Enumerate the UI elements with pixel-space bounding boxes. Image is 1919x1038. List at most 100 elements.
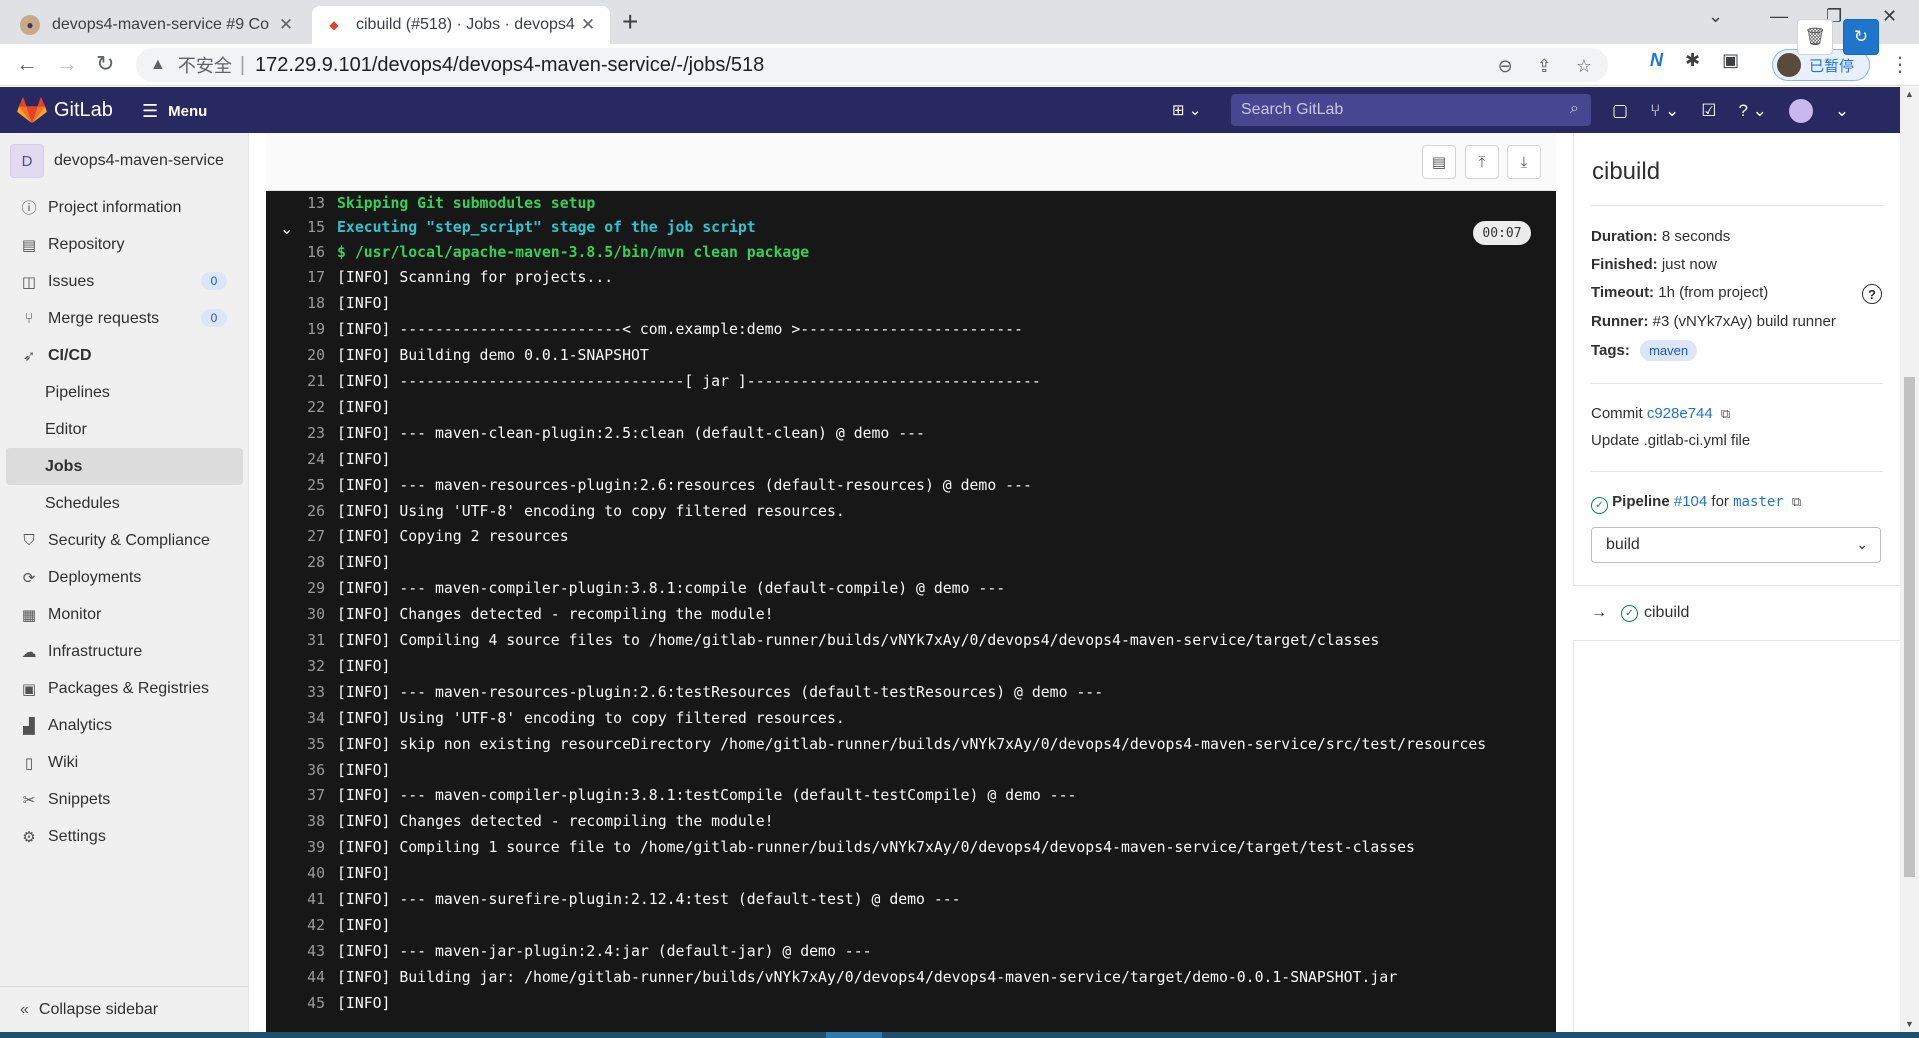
sidebar-item-jobs[interactable]: Jobs — [6, 448, 243, 485]
sidebar-item-packages-registries[interactable]: ▣ Packages & Registries — [6, 670, 243, 707]
log-line-number[interactable]: 18 — [266, 295, 333, 312]
gitlab-logo-icon[interactable] — [17, 96, 47, 124]
sidebar-item-repository[interactable]: ▤ Repository — [6, 226, 243, 263]
sidebar-item-project-information[interactable]: ⓘ Project information — [6, 189, 243, 226]
log-line-number[interactable]: 31 — [266, 632, 333, 649]
log-line-number[interactable]: 30 — [266, 606, 333, 623]
help-icon[interactable]: ? ⌄ — [1738, 101, 1766, 121]
log-line-number[interactable]: 35 — [266, 736, 333, 753]
gitlab-brand[interactable]: GitLab — [54, 99, 113, 122]
retry-button[interactable]: ↻ — [1843, 19, 1879, 55]
scrollbar-thumb[interactable] — [1904, 377, 1915, 877]
collapse-sidebar-button[interactable]: « Collapse sidebar — [0, 986, 249, 1032]
log-line-number[interactable]: 44 — [266, 969, 333, 986]
timeout-help-icon[interactable]: ? — [1862, 284, 1882, 304]
new-tab-icon[interactable]: + — [622, 8, 638, 36]
extension-n-icon[interactable]: N — [1650, 50, 1663, 71]
log-line-number[interactable]: 20 — [266, 347, 333, 364]
reload-icon[interactable]: ↻ — [96, 52, 114, 76]
log-line-number[interactable]: 29 — [266, 580, 333, 597]
log-line-number[interactable]: 17 — [266, 269, 333, 286]
log-line-number[interactable]: 33 — [266, 684, 333, 701]
log-line-number[interactable]: 38 — [266, 813, 333, 830]
issues-nav-icon[interactable]: ▢ — [1612, 101, 1628, 121]
pipeline-id-link[interactable]: #104 — [1674, 493, 1707, 510]
commit-sha-link[interactable]: c928e744 — [1647, 405, 1713, 422]
log-line-number[interactable]: 37 — [266, 787, 333, 804]
log-line-number[interactable]: 27 — [266, 528, 333, 545]
scroll-up-icon[interactable]: ▲ — [1905, 89, 1914, 99]
log-line-number[interactable]: 28 — [266, 554, 333, 571]
log-line-number[interactable]: 45 — [266, 995, 333, 1012]
sidebar-item-settings[interactable]: ⚙ Settings — [6, 818, 243, 855]
log-line-number[interactable]: 24 — [266, 451, 333, 468]
sidebar-item-deployments[interactable]: ⟳ Deployments — [6, 559, 243, 596]
log-line-number[interactable]: 22 — [266, 399, 333, 416]
log-line-number[interactable]: 25 — [266, 477, 333, 494]
log-line-number[interactable]: 40 — [266, 865, 333, 882]
tab-search-icon[interactable]: ⌄ — [1708, 6, 1723, 27]
close-tab-icon[interactable]: ✕ — [276, 15, 296, 35]
sidebar-item-schedules[interactable]: Schedules — [6, 485, 243, 522]
forward-icon[interactable]: → — [56, 52, 78, 76]
side-panel-icon[interactable]: ▣ — [1722, 50, 1739, 71]
sidebar-item-infrastructure[interactable]: ☁ Infrastructure — [6, 633, 243, 670]
close-tab-icon[interactable]: ✕ — [578, 15, 598, 35]
pipeline-ref-link[interactable]: master — [1733, 494, 1784, 510]
stage-dropdown[interactable]: build ⌄ — [1591, 527, 1881, 563]
log-line-number[interactable]: 34 — [266, 710, 333, 727]
log-line-number[interactable]: 39 — [266, 839, 333, 856]
sidebar-item-issues[interactable]: ◫ Issues 0 — [6, 263, 243, 300]
minimize-icon[interactable]: — — [1770, 6, 1788, 27]
menu-button[interactable]: ☰ Menu — [142, 101, 207, 122]
scroll-down-icon[interactable]: ▼ — [1905, 1019, 1914, 1029]
sidebar-item-pipelines[interactable]: Pipelines — [6, 374, 243, 411]
log-line-number[interactable]: 43 — [266, 943, 333, 960]
chevron-down-icon[interactable]: ⌄ — [1835, 101, 1849, 121]
browser-tab-job[interactable]: ◆ cibuild (#518) · Jobs · devops4 ✕ — [312, 6, 610, 44]
sidebar-item-editor[interactable]: Editor — [6, 411, 243, 448]
scroll-to-top-icon[interactable]: ⤒ — [1465, 145, 1499, 179]
job-list-item[interactable]: → ✓ cibuild — [1573, 585, 1900, 641]
log-line-number[interactable]: 16 — [266, 244, 333, 261]
extensions-puzzle-icon[interactable]: ✱ — [1685, 50, 1700, 71]
browser-tab-pipeline[interactable]: ● devops4-maven-service #9 Co ✕ — [8, 6, 308, 44]
zoom-icon[interactable]: ⊖ — [1498, 56, 1513, 77]
back-icon[interactable]: ← — [16, 52, 38, 76]
log-line-number[interactable]: 13 — [266, 195, 333, 212]
sidebar-item-snippets[interactable]: ✂ Snippets — [6, 781, 243, 818]
log-line-number[interactable]: 36 — [266, 762, 333, 779]
log-line-number[interactable]: 26 — [266, 503, 333, 520]
log-line-number[interactable]: 15 — [266, 219, 333, 236]
sidebar-item-merge-requests[interactable]: ⑂ Merge requests 0 — [6, 300, 243, 337]
erase-log-button[interactable]: 🗑 — [1797, 19, 1833, 55]
sidebar-item-monitor[interactable]: ▦ Monitor — [6, 596, 243, 633]
collapse-section-chevron-icon[interactable]: ⌄ — [280, 219, 293, 239]
log-line-number[interactable]: 41 — [266, 891, 333, 908]
raw-log-icon[interactable]: ▤ — [1422, 145, 1456, 179]
project-link[interactable]: D devops4-maven-service — [10, 143, 224, 179]
bookmark-star-icon[interactable]: ☆ — [1576, 56, 1592, 77]
todo-icon[interactable]: ☑ — [1701, 101, 1716, 121]
log-line-number[interactable]: 42 — [266, 917, 333, 934]
sidebar-item-security-compliance[interactable]: ⛉ Security & Compliance — [6, 522, 243, 559]
scroll-to-bottom-icon[interactable]: ⤓ — [1507, 145, 1541, 179]
close-window-icon[interactable]: ✕ — [1882, 6, 1897, 27]
log-line-number[interactable]: 32 — [266, 658, 333, 675]
browser-menu-icon[interactable]: ⋮ — [1890, 52, 1910, 77]
log-line-number[interactable]: 21 — [266, 373, 333, 390]
create-new-icon[interactable]: ⊞ ⌄ — [1172, 101, 1201, 119]
copy-icon[interactable]: ⧉ — [1721, 406, 1730, 421]
sidebar-item-analytics[interactable]: ▟ Analytics — [6, 707, 243, 744]
merge-requests-nav-icon[interactable]: ⑂ ⌄ — [1650, 101, 1679, 121]
log-line-number[interactable]: 19 — [266, 321, 333, 338]
search-input[interactable]: Search GitLab ⌕ — [1231, 94, 1591, 126]
share-icon[interactable]: ⇪ — [1537, 56, 1552, 77]
user-avatar[interactable] — [1788, 99, 1813, 123]
sidebar-item-cicd[interactable]: ➶ CI/CD — [6, 337, 243, 374]
omnibox[interactable]: ▲ 不安全 | 172.29.9.101/devops4/devops4-mav… — [136, 48, 1608, 82]
log-line-number[interactable]: 23 — [266, 425, 333, 442]
sidebar-item-wiki[interactable]: ▯ Wiki — [6, 744, 243, 781]
copy-icon[interactable]: ⧉ — [1792, 494, 1801, 509]
page-scrollbar[interactable]: ▲ ▼ — [1900, 87, 1919, 1032]
